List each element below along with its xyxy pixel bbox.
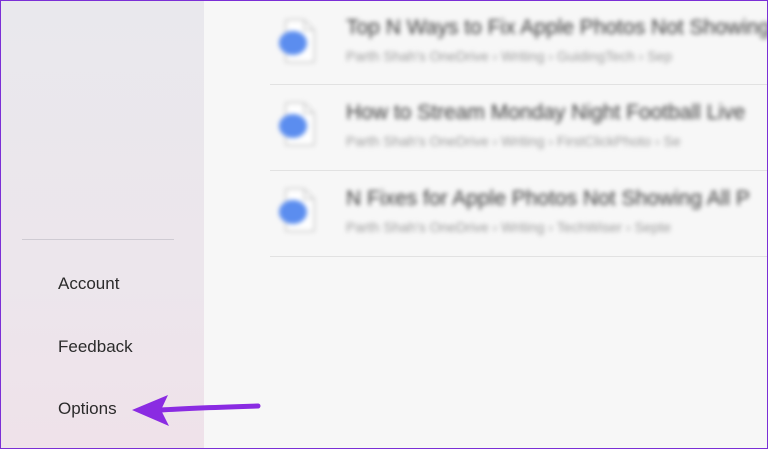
list-item[interactable]: N Fixes for Apple Photos Not Showing All… — [270, 171, 767, 257]
word-document-icon — [279, 102, 315, 146]
sidebar-divider — [22, 239, 174, 240]
file-list: Top N Ways to Fix Apple Photos Not Showi… — [270, 1, 768, 257]
blurred-row-content: Top N Ways to Fix Apple Photos Not Showi… — [270, 1, 768, 84]
sidebar-item-options[interactable]: Options — [58, 399, 117, 419]
file-title: Top N Ways to Fix Apple Photos Not Showi… — [346, 16, 768, 39]
sidebar-item-account[interactable]: Account — [58, 274, 119, 294]
app-window: Account Feedback Options Top N Ways to F… — [0, 0, 768, 449]
file-title: How to Stream Monday Night Football Live — [346, 101, 746, 124]
sidebar: Account Feedback Options — [1, 1, 204, 448]
list-item[interactable]: How to Stream Monday Night Football Live… — [270, 85, 767, 171]
recent-files-pane: Top N Ways to Fix Apple Photos Not Showi… — [204, 1, 767, 448]
file-title: N Fixes for Apple Photos Not Showing All… — [346, 187, 750, 210]
file-path: Parth Shah's OneDrive › Writing › TechWi… — [346, 219, 672, 235]
blurred-row-content: N Fixes for Apple Photos Not Showing All… — [270, 171, 767, 256]
word-document-icon — [279, 188, 315, 232]
file-path: Parth Shah's OneDrive › Writing › Guidin… — [346, 48, 673, 64]
sidebar-item-feedback[interactable]: Feedback — [58, 337, 133, 357]
file-path: Parth Shah's OneDrive › Writing › FirstC… — [346, 133, 681, 149]
blurred-row-content: How to Stream Monday Night Football Live… — [270, 85, 767, 170]
list-item[interactable]: Top N Ways to Fix Apple Photos Not Showi… — [270, 1, 768, 85]
word-document-icon — [279, 19, 315, 63]
